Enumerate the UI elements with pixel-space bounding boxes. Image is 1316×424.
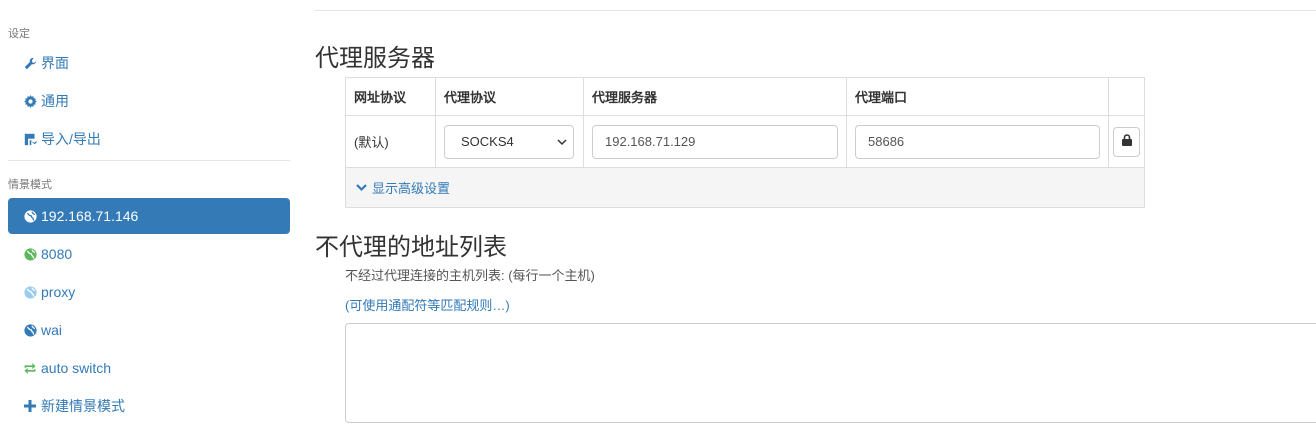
column-header-actions bbox=[1109, 78, 1144, 115]
sidebar-item-new-profile[interactable]: 新建情景模式 bbox=[8, 388, 290, 424]
sidebar-item-label: proxy bbox=[41, 284, 76, 300]
wrench-icon bbox=[23, 56, 37, 70]
sidebar-item-label: 导入/导出 bbox=[41, 131, 101, 147]
sidebar-item-label: 8080 bbox=[41, 246, 73, 262]
top-divider bbox=[315, 10, 1316, 11]
table-row: (默认) SOCKS4 192.168.71.129 58686 bbox=[346, 116, 1144, 168]
proxy-port-input[interactable]: 58686 bbox=[855, 124, 1100, 159]
profiles-header: 情景模式 bbox=[8, 179, 52, 191]
proxy-table: 网址协议 代理协议 代理服务器 代理端口 (默认) SOCKS4 192.168… bbox=[345, 77, 1145, 208]
protocol-select-value: SOCKS4 bbox=[461, 134, 514, 149]
show-advanced-link[interactable]: 显示高级设置 bbox=[346, 168, 1144, 207]
auth-lock-button[interactable] bbox=[1113, 126, 1140, 157]
proxy-servers-title: 代理服务器 bbox=[315, 45, 435, 72]
sidebar-item-label: 新建情景模式 bbox=[41, 398, 125, 414]
actions-cell bbox=[1109, 116, 1144, 167]
wildcard-rules-link[interactable]: (可使用通配符等匹配规则…) bbox=[345, 295, 510, 314]
sidebar-item-general[interactable]: 通用 bbox=[8, 83, 290, 119]
sidebar-item-label: 通用 bbox=[41, 93, 69, 109]
globe-icon bbox=[23, 323, 37, 337]
bypass-list-description: 不经过代理连接的主机列表: (每行一个主机) bbox=[345, 268, 595, 283]
sidebar-item-import-export[interactable]: 导入/导出 bbox=[8, 121, 290, 157]
bypass-list-title: 不代理的地址列表 bbox=[315, 234, 507, 261]
column-header-protocol: 代理协议 bbox=[436, 78, 584, 115]
globe-icon bbox=[23, 209, 37, 223]
sidebar-item-label: 界面 bbox=[41, 55, 69, 71]
port-cell: 58686 bbox=[847, 116, 1109, 167]
server-cell: 192.168.71.129 bbox=[584, 116, 847, 167]
sidebar-item-profile-auto-switch[interactable]: auto switch bbox=[8, 350, 290, 386]
sidebar-item-profile-192-168-71-146[interactable]: 192.168.71.146 bbox=[8, 198, 290, 234]
gear-icon bbox=[23, 94, 37, 108]
settings-header: 设定 bbox=[8, 28, 30, 40]
chevron-down-icon bbox=[557, 134, 567, 149]
show-advanced-label: 显示高级设置 bbox=[372, 181, 451, 196]
table-header-row: 网址协议 代理协议 代理服务器 代理端口 bbox=[346, 78, 1144, 116]
column-header-server: 代理服务器 bbox=[584, 78, 847, 115]
import-export-icon bbox=[23, 132, 37, 146]
globe-icon bbox=[23, 285, 37, 299]
column-header-scheme: 网址协议 bbox=[346, 78, 436, 115]
scheme-cell: (默认) bbox=[346, 116, 436, 167]
sidebar-item-profile-proxy[interactable]: proxy bbox=[8, 274, 290, 310]
proxy-server-input[interactable]: 192.168.71.129 bbox=[592, 124, 838, 159]
refresh-icon bbox=[23, 361, 37, 375]
sidebar-item-label: wai bbox=[41, 322, 63, 338]
protocol-select[interactable]: SOCKS4 bbox=[444, 124, 574, 159]
column-header-port: 代理端口 bbox=[847, 78, 1109, 115]
chevron-down-icon bbox=[356, 183, 367, 192]
sidebar-item-label: 192.168.71.146 bbox=[41, 208, 139, 224]
protocol-cell: SOCKS4 bbox=[436, 116, 584, 167]
sidebar-divider bbox=[8, 160, 290, 161]
bypass-list-textarea[interactable] bbox=[345, 323, 1316, 423]
sidebar-item-profile-8080[interactable]: 8080 bbox=[8, 236, 290, 272]
sidebar-item-interface[interactable]: 界面 bbox=[8, 45, 290, 81]
sidebar-item-profile-wai[interactable]: wai bbox=[8, 312, 290, 348]
lock-icon bbox=[1121, 134, 1132, 149]
sidebar-item-label: auto switch bbox=[41, 360, 112, 376]
sidebar: 设定 界面 通用 导入/导出 情景模式 192.168.71.146 8080 bbox=[0, 0, 300, 414]
plus-icon bbox=[23, 399, 37, 413]
globe-icon bbox=[23, 247, 37, 261]
